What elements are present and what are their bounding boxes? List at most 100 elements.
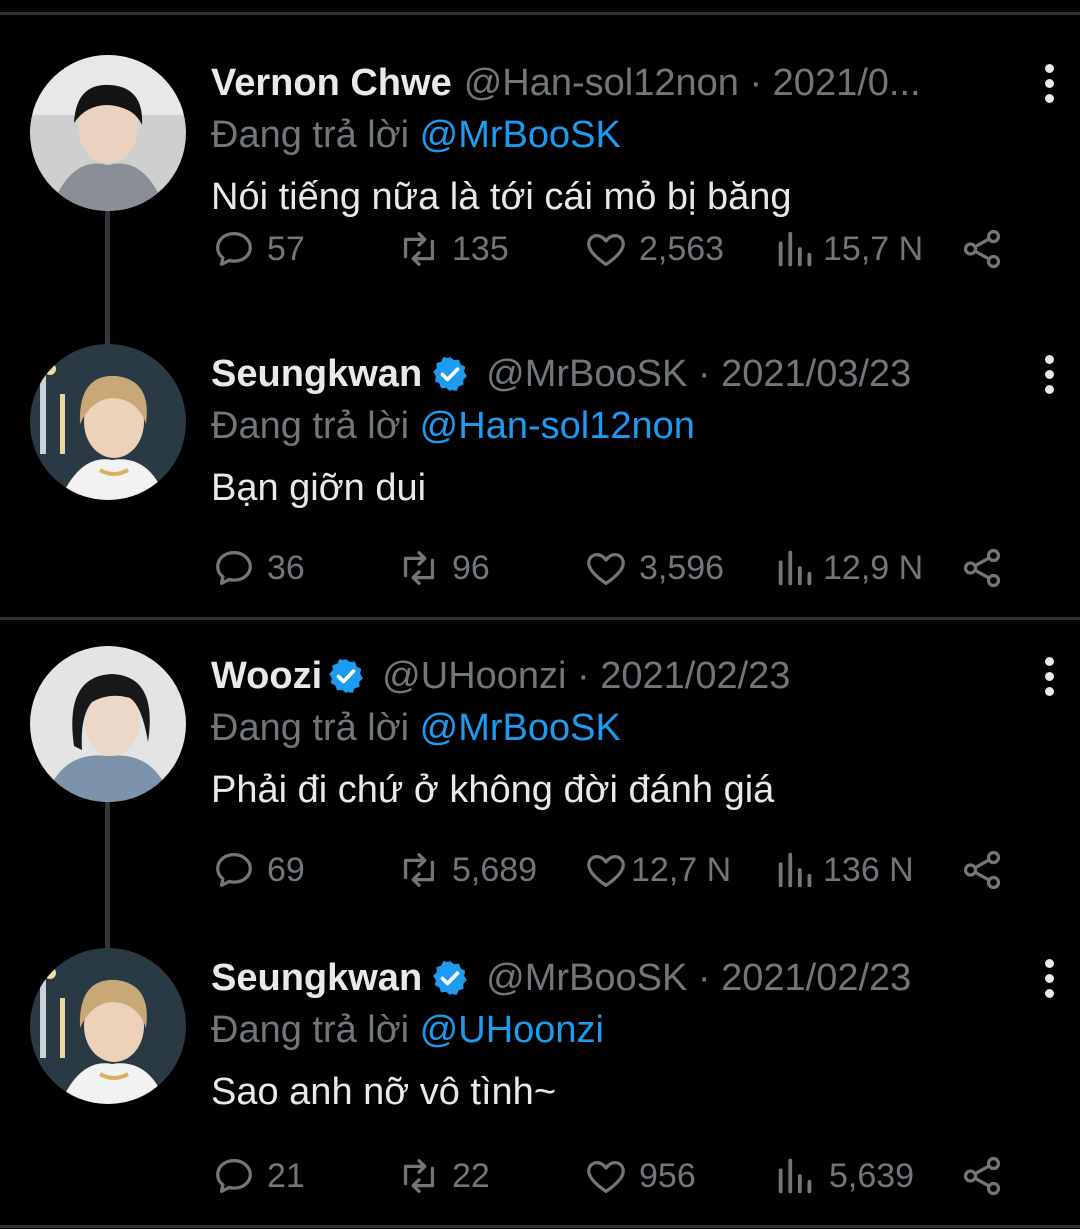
avatar-image <box>30 344 186 500</box>
like-count: 12,7 N <box>631 850 732 889</box>
tweet[interactable]: Woozi @UHoonzi · 2021/02/23 Đang trả lời… <box>0 620 1080 952</box>
reply-button[interactable]: 69 <box>211 842 305 898</box>
reply-count: 36 <box>267 548 305 587</box>
retweet-icon <box>403 551 435 585</box>
tweet-text: Phải đi chứ ở không đời đánh giá <box>211 769 775 811</box>
heart-icon <box>587 233 625 266</box>
tweet[interactable]: Seungkwan @MrBooSK · 2021/02/23 Đang trả… <box>0 922 1080 1224</box>
like-button[interactable]: 12,7 N <box>583 842 731 898</box>
reply-icon <box>216 853 252 887</box>
reply-icon <box>216 1159 252 1193</box>
retweet-button[interactable]: 96 <box>396 540 490 596</box>
views-count: 15,7 N <box>823 229 924 268</box>
views-button[interactable]: 136 N <box>773 842 914 898</box>
more-options-icon[interactable] <box>1034 650 1064 702</box>
handle-and-date[interactable]: @MrBooSK · 2021/03/23 <box>486 353 911 396</box>
mention-link[interactable]: @Han-sol12non <box>420 405 695 447</box>
replying-to-label: Đang trả lời <box>211 1009 420 1051</box>
tweet-actions: 36 96 3,596 12,9 N <box>211 540 1011 596</box>
views-count: 136 N <box>823 850 914 889</box>
display-name[interactable]: Woozi <box>211 655 322 698</box>
reply-button[interactable]: 57 <box>211 221 305 277</box>
display-name[interactable]: Vernon Chwe <box>211 62 452 105</box>
heart-icon <box>587 854 625 887</box>
avatar[interactable] <box>30 55 186 211</box>
tweet-actions: 57 135 2,563 15,7 N <box>211 221 1011 277</box>
handle-and-date[interactable]: @Han-sol12non · 2021/0... <box>464 62 921 105</box>
reply-count: 21 <box>267 1156 305 1195</box>
mention-link[interactable]: @UHoonzi <box>420 1009 604 1051</box>
replying-to-label: Đang trả lời <box>211 707 420 749</box>
tweet-actions: 21 22 956 5,639 <box>211 1148 1011 1204</box>
handle-and-date[interactable]: @UHoonzi · 2021/02/23 <box>382 655 790 698</box>
avatar[interactable] <box>30 948 186 1104</box>
avatar[interactable] <box>30 646 186 802</box>
views-icon <box>778 231 812 267</box>
reply-icon <box>216 232 252 266</box>
views-count: 5,639 <box>829 1156 915 1195</box>
more-options-icon[interactable] <box>1034 57 1064 109</box>
retweet-button[interactable]: 5,689 <box>396 842 537 898</box>
avatar-image <box>30 55 186 211</box>
display-name[interactable]: Seungkwan <box>211 957 422 1000</box>
views-button[interactable]: 15,7 N <box>773 221 923 277</box>
display-name[interactable]: Seungkwan <box>211 353 422 396</box>
retweet-button[interactable]: 135 <box>396 221 509 277</box>
views-icon <box>778 1158 812 1194</box>
retweet-count: 96 <box>452 548 490 587</box>
reply-count: 57 <box>267 229 305 268</box>
share-icon <box>963 229 1001 269</box>
tweet[interactable]: Vernon Chwe @Han-sol12non · 2021/0... Đa… <box>0 15 1080 357</box>
retweet-icon <box>403 232 435 266</box>
retweet-icon <box>403 853 435 887</box>
replying-to: Đang trả lời @Han-sol12non <box>211 400 1020 452</box>
like-count: 3,596 <box>639 548 725 587</box>
like-button[interactable]: 2,563 <box>583 221 724 277</box>
share-icon <box>963 850 1001 890</box>
tweet[interactable]: Seungkwan @MrBooSK · 2021/03/23 Đang trả… <box>0 318 1080 620</box>
tweet-text: Bạn giỡn dui <box>211 467 427 509</box>
reply-button[interactable]: 21 <box>211 1148 305 1204</box>
tweet-text: Sao anh nỡ vô tình~ <box>211 1071 557 1113</box>
share-button[interactable] <box>959 540 1005 596</box>
retweet-count: 22 <box>452 1156 490 1195</box>
avatar-image <box>30 646 186 802</box>
views-icon <box>778 852 812 888</box>
views-button[interactable]: 12,9 N <box>773 540 923 596</box>
views-button[interactable]: 5,639 <box>773 1148 914 1204</box>
heart-icon <box>587 552 625 585</box>
reply-button[interactable]: 36 <box>211 540 305 596</box>
reply-count: 69 <box>267 850 305 889</box>
mention-link[interactable]: @MrBooSK <box>420 707 621 749</box>
like-button[interactable]: 956 <box>583 1148 696 1204</box>
retweet-count: 5,689 <box>452 850 538 889</box>
divider <box>0 1225 1080 1228</box>
verified-badge-icon <box>433 961 467 995</box>
share-button[interactable] <box>959 842 1005 898</box>
heart-icon <box>587 1160 625 1193</box>
replying-to-label: Đang trả lời <box>211 114 420 156</box>
views-icon <box>778 550 812 586</box>
like-button[interactable]: 3,596 <box>583 540 724 596</box>
avatar[interactable] <box>30 344 186 500</box>
share-button[interactable] <box>959 221 1005 277</box>
reply-icon <box>216 551 252 585</box>
replying-to-label: Đang trả lời <box>211 405 420 447</box>
replying-to: Đang trả lời @UHoonzi <box>211 1004 1020 1056</box>
retweet-icon <box>403 1159 435 1193</box>
retweet-count: 135 <box>452 229 509 268</box>
verified-badge-icon <box>329 659 364 693</box>
like-count: 956 <box>639 1156 696 1195</box>
handle-and-date[interactable]: @MrBooSK · 2021/02/23 <box>486 957 911 1000</box>
tweet-actions: 69 5,689 12,7 N 136 N <box>211 842 1011 898</box>
verified-badge-icon <box>433 357 467 391</box>
more-options-icon[interactable] <box>1034 348 1064 400</box>
more-options-icon[interactable] <box>1034 952 1064 1004</box>
share-icon <box>963 548 1001 588</box>
timeline-feed: Vernon Chwe @Han-sol12non · 2021/0... Đa… <box>0 0 1080 1229</box>
mention-link[interactable]: @MrBooSK <box>420 114 621 156</box>
share-icon <box>963 1156 1001 1196</box>
replying-to: Đang trả lời @MrBooSK <box>211 109 1020 161</box>
share-button[interactable] <box>959 1148 1005 1204</box>
retweet-button[interactable]: 22 <box>396 1148 490 1204</box>
